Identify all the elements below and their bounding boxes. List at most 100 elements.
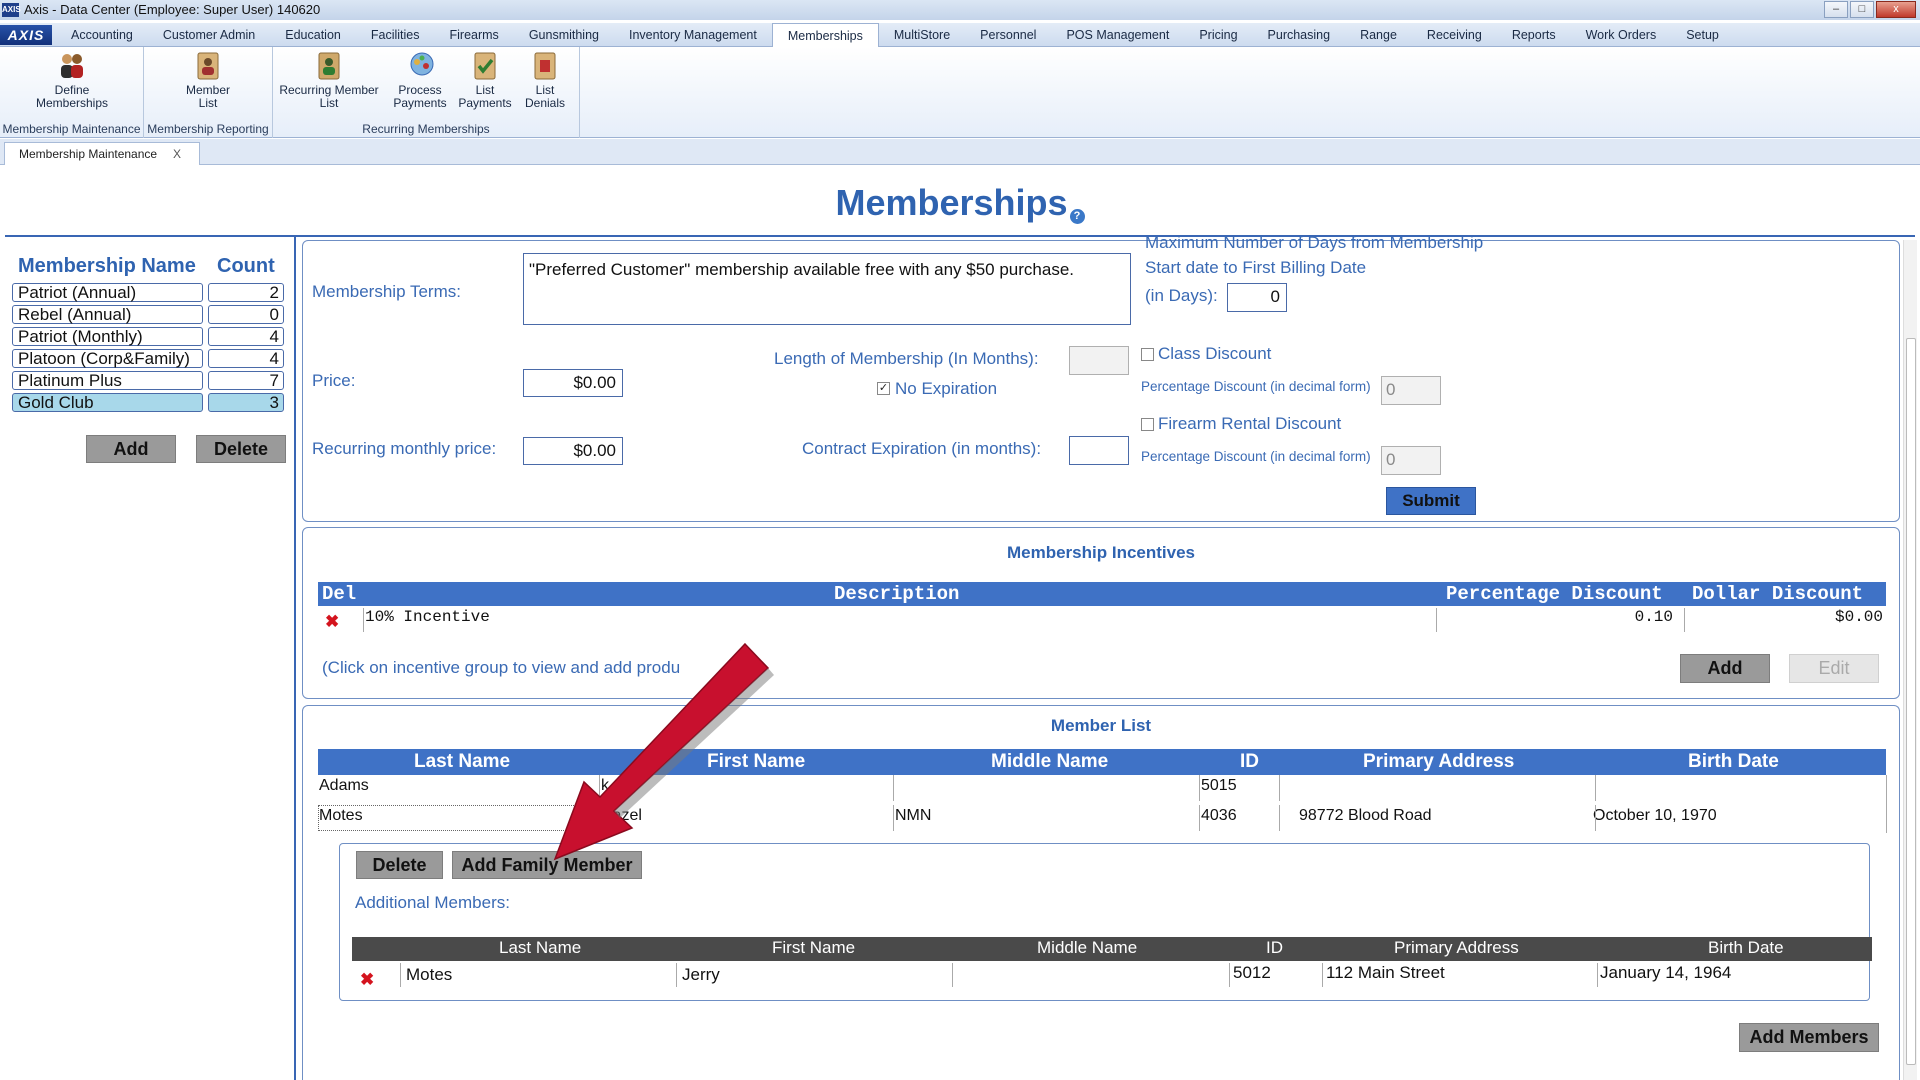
- member-address: 98772 Blood Road: [1299, 807, 1432, 824]
- max-days-input[interactable]: 0: [1227, 283, 1287, 312]
- membership-row[interactable]: Platoon (Corp&Family) 4: [12, 349, 284, 368]
- menu-tab-accounting[interactable]: Accounting: [56, 23, 148, 47]
- add-address-header: Primary Address: [1394, 938, 1519, 957]
- birth-date-header: Birth Date: [1688, 751, 1779, 772]
- list-denials-button[interactable]: List Denials: [517, 51, 573, 110]
- class-discount-checkbox[interactable]: [1141, 348, 1154, 361]
- membership-row[interactable]: Patriot (Monthly) 4: [12, 327, 284, 346]
- minimize-button[interactable]: –: [1824, 1, 1848, 18]
- membership-count[interactable]: 4: [208, 349, 284, 368]
- membership-name[interactable]: Platinum Plus: [12, 371, 203, 390]
- max-days-label-2: Start date to First Billing Date: [1145, 258, 1367, 277]
- membership-count[interactable]: 2: [208, 283, 284, 302]
- menu-tab-pricing[interactable]: Pricing: [1184, 23, 1252, 47]
- length-input[interactable]: [1069, 346, 1129, 375]
- menu-tab-memberships[interactable]: Memberships: [771, 23, 879, 48]
- membership-row[interactable]: Platinum Plus 7: [12, 371, 284, 390]
- membership-name[interactable]: Platoon (Corp&Family): [12, 349, 203, 368]
- col-divider: [1595, 775, 1596, 801]
- membership-count[interactable]: 3: [208, 393, 284, 412]
- menu-tab-receiving[interactable]: Receiving: [1412, 23, 1497, 47]
- terms-textarea[interactable]: "Preferred Customer" membership availabl…: [523, 253, 1131, 325]
- max-days-label-3: (in Days):: [1145, 286, 1218, 305]
- incentive-pct: 0.10: [1634, 608, 1673, 626]
- col-divider: [1684, 608, 1685, 632]
- col-divider: [893, 775, 894, 801]
- recurring-list-icon: [315, 51, 343, 81]
- add-membership-button[interactable]: Add: [86, 435, 176, 463]
- firearm-discount-checkbox[interactable]: [1141, 418, 1154, 431]
- recurring-member-list-button[interactable]: Recurring Member List: [277, 51, 381, 110]
- add-incentive-button[interactable]: Add: [1680, 654, 1770, 683]
- delete-incentive-icon[interactable]: ✖: [325, 613, 339, 630]
- close-tab-icon[interactable]: X: [173, 143, 181, 165]
- membership-name[interactable]: Patriot (Annual): [12, 283, 203, 302]
- menu-tab-personnel[interactable]: Personnel: [965, 23, 1051, 47]
- group-label: Membership Reporting: [147, 122, 269, 136]
- close-window-button[interactable]: x: [1876, 1, 1916, 18]
- document-tabs: Membership Maintenance X: [0, 139, 1920, 165]
- no-expiration-label: No Expiration: [895, 379, 998, 398]
- menu-tab-reports[interactable]: Reports: [1497, 23, 1571, 47]
- main-scrollbar[interactable]: [1903, 240, 1917, 1080]
- membership-count[interactable]: 4: [208, 327, 284, 346]
- submit-button[interactable]: Submit: [1386, 487, 1476, 515]
- main-menubar: AXIS Accounting Customer Admin Education Fa…: [0, 23, 1920, 48]
- process-payments-button[interactable]: Process Payments: [385, 51, 455, 110]
- middle-name-header: Middle Name: [991, 751, 1109, 772]
- menu-tab-setup[interactable]: Setup: [1671, 23, 1734, 47]
- incentives-title: Membership Incentives: [1006, 543, 1195, 562]
- menu-tab-pos-management[interactable]: POS Management: [1051, 23, 1184, 47]
- member-list-button[interactable]: Member List: [154, 51, 262, 110]
- menu-tab-work-orders[interactable]: Work Orders: [1571, 23, 1672, 47]
- menu-tab-purchasing[interactable]: Purchasing: [1253, 23, 1346, 47]
- recurring-price-label: Recurring monthly price:: [312, 439, 497, 458]
- col-divider: [1199, 805, 1200, 831]
- menu-tabs: Accounting Customer Admin Education Facilit…: [56, 23, 1734, 48]
- group-label: Membership Maintenance: [2, 122, 141, 136]
- membership-row[interactable]: Patriot (Annual) 2: [12, 283, 284, 302]
- member-id: 5015: [1201, 777, 1237, 794]
- list-payments-button[interactable]: List Payments: [455, 51, 515, 110]
- process-payments-label: Process Payments: [393, 83, 447, 110]
- col-divider: [1279, 805, 1280, 831]
- class-discount-label: Class Discount: [1158, 344, 1272, 363]
- membership-row[interactable]: Rebel (Annual) 0: [12, 305, 284, 324]
- scrollbar-thumb[interactable]: [1906, 338, 1916, 1065]
- people-icon: [58, 51, 86, 81]
- membership-name[interactable]: Rebel (Annual): [12, 305, 203, 324]
- edit-incentive-button[interactable]: Edit: [1789, 654, 1879, 683]
- additional-members-label: Additional Members:: [355, 893, 510, 912]
- menu-tab-education[interactable]: Education: [270, 23, 356, 47]
- membership-row[interactable]: Gold Club 3: [12, 393, 284, 412]
- help-icon[interactable]: ?: [1069, 209, 1085, 224]
- menu-tab-multistore[interactable]: MultiStore: [879, 23, 965, 47]
- menu-tab-firearms[interactable]: Firearms: [435, 23, 514, 47]
- additional-first-name: Jerry: [682, 965, 720, 984]
- menu-tab-facilities[interactable]: Facilities: [356, 23, 435, 47]
- firearm-pct-input[interactable]: 0: [1381, 446, 1441, 475]
- membership-count[interactable]: 0: [208, 305, 284, 324]
- member-middle: NMN: [895, 807, 932, 824]
- define-memberships-button[interactable]: Define Memberships: [20, 51, 124, 110]
- menu-tab-customer-admin[interactable]: Customer Admin: [148, 23, 270, 47]
- add-members-button[interactable]: Add Members: [1739, 1023, 1879, 1052]
- delete-additional-member-icon[interactable]: ✖: [360, 971, 374, 988]
- membership-count[interactable]: 7: [208, 371, 284, 390]
- maximize-button[interactable]: □: [1850, 1, 1874, 18]
- price-input[interactable]: $0.00: [523, 369, 623, 397]
- red-arrow-pointer: [553, 642, 774, 861]
- menu-tab-inventory-management[interactable]: Inventory Management: [614, 23, 772, 47]
- recurring-price-input[interactable]: $0.00: [523, 437, 623, 465]
- membership-name[interactable]: Gold Club: [12, 393, 203, 412]
- delete-membership-button[interactable]: Delete: [196, 435, 286, 463]
- doc-tab-membership-maintenance[interactable]: Membership Maintenance X: [4, 142, 200, 165]
- menu-tab-gunsmithing[interactable]: Gunsmithing: [514, 23, 614, 47]
- grid-right-border: [1886, 775, 1887, 833]
- delete-member-button[interactable]: Delete: [356, 851, 443, 879]
- membership-name[interactable]: Patriot (Monthly): [12, 327, 203, 346]
- menu-tab-range[interactable]: Range: [1345, 23, 1412, 47]
- no-expiration-checkbox[interactable]: ✓: [877, 382, 890, 395]
- contract-input[interactable]: [1069, 436, 1129, 465]
- class-pct-input[interactable]: 0: [1381, 376, 1441, 405]
